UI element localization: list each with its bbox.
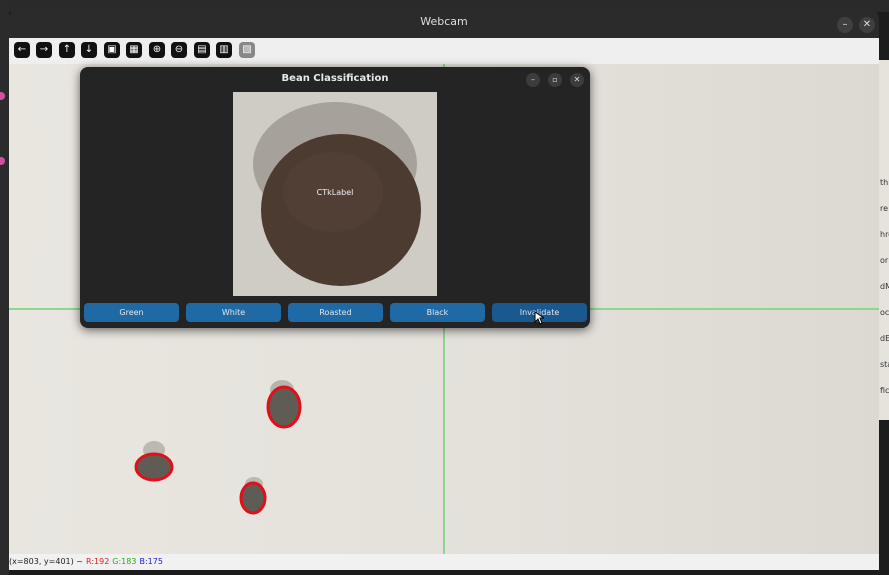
side-text: dM: [880, 282, 889, 291]
maximize-icon[interactable]: ▫: [548, 73, 562, 87]
status-bar: (x=803, y=401) ~ R:192 G:183 B:175: [9, 554, 879, 570]
zoom-out-icon[interactable]: ⊖: [171, 42, 187, 58]
dialog-title: Bean Classification: [281, 73, 389, 84]
detected-bean: [134, 441, 174, 482]
bean-classification-dialog: Bean Classification – ▫ ✕ CTkLabel Green…: [80, 67, 590, 328]
zoom-in-icon[interactable]: ⊕: [149, 42, 165, 58]
background-window-text: thr re hre or dM oc dE sta fic: [879, 60, 889, 420]
minimize-icon[interactable]: –: [526, 73, 540, 87]
side-text: oc: [880, 308, 889, 317]
detected-bean: [266, 380, 302, 429]
mouse-cursor-icon: [534, 311, 544, 325]
toolbar: ← → ↑ ↓ ▣ ▦ ⊕ ⊖ ▤ ▥ ▧: [9, 38, 879, 64]
image-label: CTkLabel: [316, 188, 354, 197]
zoom-original-icon[interactable]: ▦: [126, 42, 142, 58]
copy-icon[interactable]: ▥: [216, 42, 232, 58]
bean-image: CTkLabel: [233, 92, 437, 296]
side-text: sta: [880, 360, 889, 369]
side-text: or: [880, 256, 889, 265]
arrow-right-icon[interactable]: →: [36, 42, 52, 58]
side-text: thr: [880, 178, 889, 187]
roasted-button[interactable]: Roasted: [288, 303, 383, 322]
close-icon[interactable]: ✕: [570, 73, 584, 87]
save-icon[interactable]: ▤: [194, 42, 210, 58]
arrow-down-icon[interactable]: ↓: [81, 42, 97, 58]
pixel-coordinates: (x=803, y=401) ~: [9, 557, 83, 566]
window-title: Webcam: [420, 15, 468, 28]
side-text: fic: [880, 386, 889, 395]
notification-dot: [0, 157, 5, 165]
green-button[interactable]: Green: [84, 303, 179, 322]
arrow-left-icon[interactable]: ←: [14, 42, 30, 58]
black-button[interactable]: Black: [390, 303, 485, 322]
arrow-up-icon[interactable]: ↑: [59, 42, 75, 58]
properties-icon[interactable]: ▧: [239, 42, 255, 58]
notification-dot: [0, 92, 5, 100]
pixel-g-value: G:183: [112, 557, 137, 566]
close-icon[interactable]: ✕: [859, 17, 875, 33]
side-text: hre: [880, 230, 889, 239]
side-text: dE: [880, 334, 889, 343]
minimize-icon[interactable]: –: [837, 17, 853, 33]
zoom-fit-icon[interactable]: ▣: [104, 42, 120, 58]
detected-bean: [239, 477, 267, 515]
pixel-r-value: R:192: [86, 557, 110, 566]
white-button[interactable]: White: [186, 303, 281, 322]
side-text: re: [880, 204, 889, 213]
pixel-b-value: B:175: [139, 557, 163, 566]
desktop-left-strip: [0, 0, 9, 575]
